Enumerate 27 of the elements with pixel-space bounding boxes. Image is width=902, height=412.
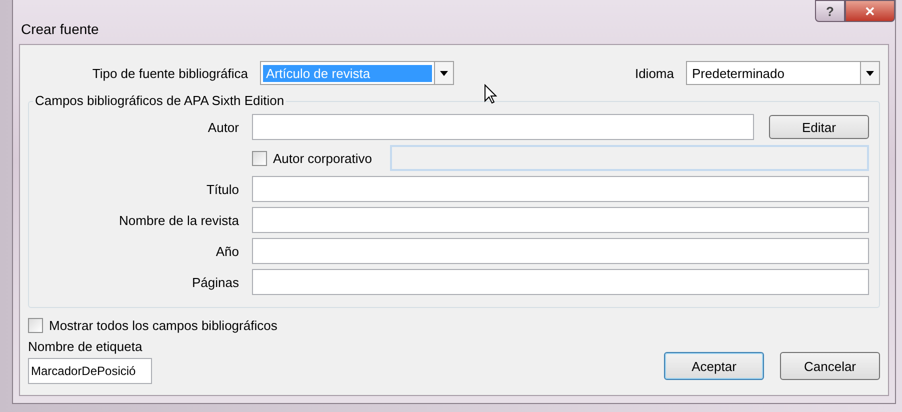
dialog-button[interactable]: Cancelar [780,352,880,380]
group-title: Campos bibliográficos de APA Sixth Edition [33,93,286,108]
checkbox[interactable] [28,318,43,333]
field-label: Título [205,182,239,196]
input-field[interactable] [252,176,869,202]
field-label: Tipo de fuente bibliográfica [91,66,248,80]
cursor-icon [484,84,497,104]
language-dropdown[interactable]: Predeterminado [686,61,880,85]
input-field[interactable] [252,207,869,233]
dialog-button[interactable]: Aceptar [664,352,764,380]
checkbox-label: Autor corporativo [273,150,372,166]
dropdown-value: Predeterminado [691,64,786,82]
input-field[interactable] [252,269,869,295]
input-field[interactable] [252,114,754,140]
field-label: Idioma [634,66,674,80]
checkbox-label: Mostrar todos los campos bibliográficos [49,318,278,333]
window-title: Crear fuente [21,21,99,37]
edit-button[interactable]: Editar [769,115,869,139]
field-label: Autor [206,120,239,134]
tag-name-field[interactable]: MarcadorDePosició [28,358,152,384]
field-label: Año [214,244,239,258]
field-label: Páginas [191,274,239,290]
field-label: Nombre de la revista [118,212,239,228]
input-field[interactable] [252,238,869,264]
help-button[interactable]: ? [815,0,845,22]
dropdown-value: Artículo de revista [263,64,432,82]
field-label: Nombre de etiqueta [28,339,144,354]
